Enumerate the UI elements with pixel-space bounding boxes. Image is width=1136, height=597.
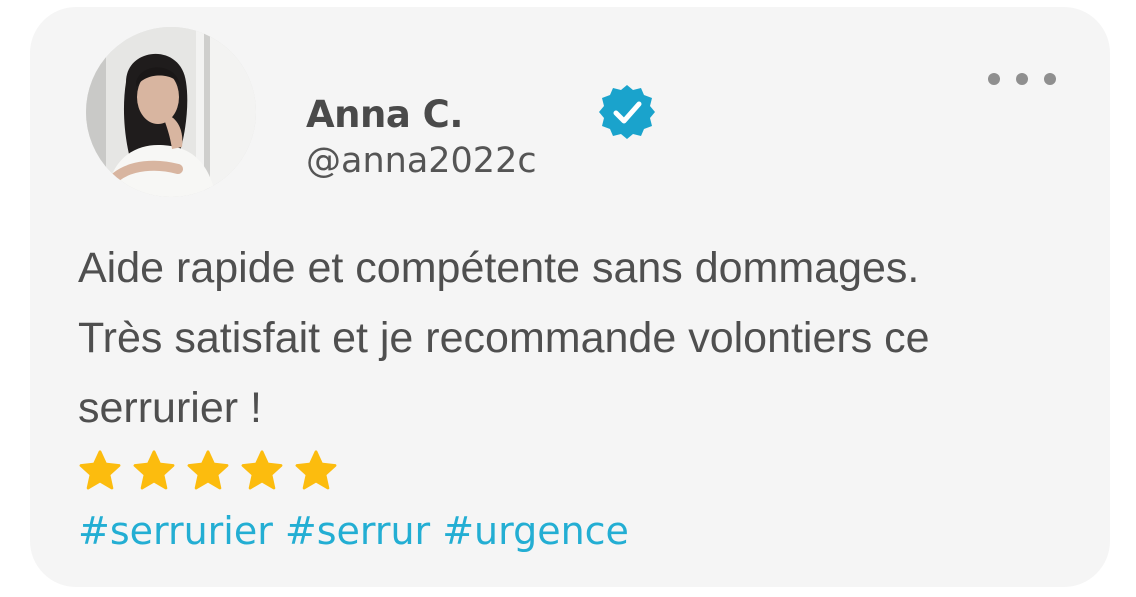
verified-badge-icon [598,83,656,141]
author-name[interactable]: Anna C. [306,93,463,136]
more-dot [1044,73,1056,85]
star-icon [187,450,229,490]
review-text: Aide rapide et compétente sans dommages.… [78,244,930,432]
avatar-photo [86,27,256,197]
hashtag-link[interactable]: #urgence [442,509,629,553]
author-handle[interactable]: @anna2022c [306,141,537,181]
more-options-icon[interactable] [988,69,1056,89]
hashtag-link[interactable]: #serrur [285,509,430,553]
star-icon [133,450,175,490]
review-card: Anna C. @anna2022c Aide rapide et compét… [30,7,1110,587]
star-rating [78,449,338,493]
star-icon [241,450,283,490]
more-dot [1016,73,1028,85]
more-dot [988,73,1000,85]
hashtag-link[interactable]: #serrurier [78,509,273,553]
star-icon [295,450,337,490]
avatar[interactable] [86,27,256,197]
star-icon [79,450,121,490]
hashtags: #serrurier #serrur #urgence [78,509,629,553]
